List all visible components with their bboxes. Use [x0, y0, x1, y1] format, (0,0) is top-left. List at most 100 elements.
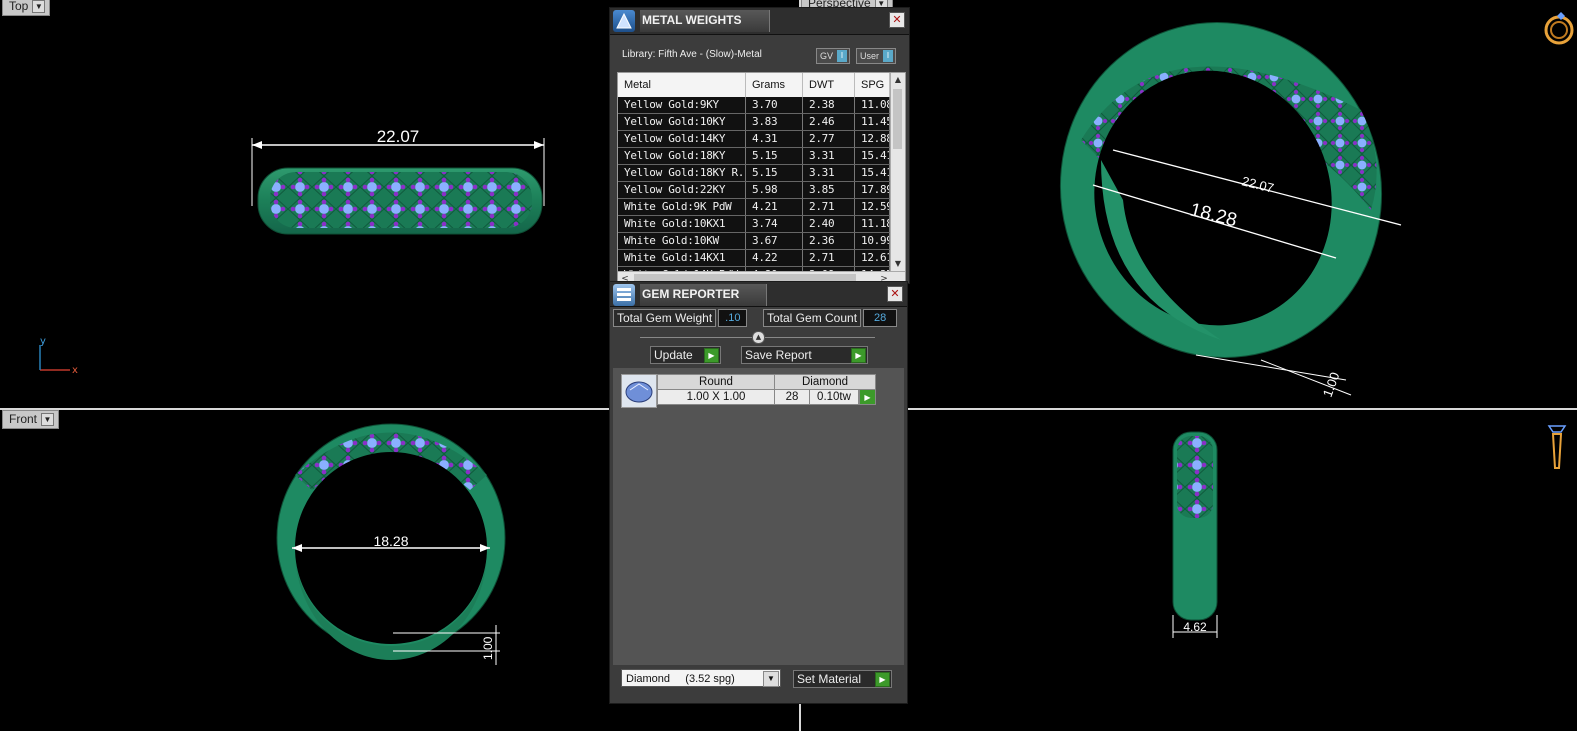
- gem-size: 1.00 X 1.00: [657, 389, 775, 405]
- scroll-down-icon[interactable]: ▼: [891, 257, 905, 271]
- cell-spg: 10.99: [855, 233, 890, 249]
- play-arrow-icon: ▶: [851, 348, 866, 363]
- update-button-label: Update: [654, 348, 693, 362]
- gem-nav-icon: [1547, 425, 1567, 469]
- total-gem-weight-value: .10: [718, 309, 748, 327]
- cell-grams: 4.31: [746, 131, 803, 147]
- cell-metal: Yellow Gold:9KY: [618, 97, 746, 113]
- cell-spg: 11.45: [855, 114, 890, 130]
- metal-weights-title: METAL WEIGHTS: [640, 10, 770, 32]
- scroll-up-icon[interactable]: ▲: [891, 73, 905, 87]
- user-toggle[interactable]: User I: [856, 48, 897, 64]
- cell-dwt: 3.31: [803, 148, 855, 164]
- user-toggle-label: User: [860, 51, 880, 61]
- cell-spg: 12.59: [855, 199, 890, 215]
- table-row[interactable]: Yellow Gold:14KY 4.31 2.77 12.88: [618, 131, 890, 148]
- metal-weights-panel: METAL WEIGHTS ✕ Library: Fifth Ave - (Sl…: [609, 7, 910, 288]
- gem-list: Round Diamond 1.00 X 1.00 28 0.10tw ▶: [613, 368, 904, 665]
- table-body: Yellow Gold:9KY 3.70 2.38 11.08 Yellow Gold…: [618, 97, 890, 284]
- table-row[interactable]: Yellow Gold:10KY 3.83 2.46 11.45: [618, 114, 890, 131]
- perspective-dim-thickness: 1.00: [1320, 370, 1343, 399]
- gem-reporter-panel: GEM REPORTER ✕ Total Gem Weight .10 Tota…: [609, 281, 908, 704]
- gem-go-button[interactable]: ▶: [859, 389, 876, 405]
- cell-spg: 12.61: [855, 250, 890, 266]
- table-row[interactable]: White Gold:10KX1 3.74 2.40 11.18: [618, 216, 890, 233]
- close-icon[interactable]: ✕: [889, 12, 905, 28]
- play-arrow-icon: ▶: [704, 348, 719, 363]
- cell-metal: White Gold:14KX1: [618, 250, 746, 266]
- table-row[interactable]: White Gold:10KW 3.67 2.36 10.99: [618, 233, 890, 250]
- chevron-down-icon[interactable]: ▼: [763, 671, 779, 687]
- right-dim-width: 4.62: [1183, 620, 1207, 634]
- cell-dwt: 2.40: [803, 216, 855, 232]
- save-report-button[interactable]: Save Report ▶: [741, 346, 868, 364]
- column-header-metal[interactable]: Metal: [618, 73, 746, 97]
- round-gem-icon: [621, 374, 657, 408]
- cell-spg: 11.18: [855, 216, 890, 232]
- cell-grams: 4.21: [746, 199, 803, 215]
- front-dim-inner: 18.28: [373, 533, 408, 549]
- axis-y-label: y: [40, 336, 46, 347]
- cell-metal: White Gold:9K PdW: [618, 199, 746, 215]
- table-row[interactable]: Yellow Gold:18KY 5.15 3.31 15.41: [618, 148, 890, 165]
- column-header-spg[interactable]: SPG: [855, 73, 890, 97]
- close-icon[interactable]: ✕: [887, 286, 903, 302]
- cell-dwt: 2.38: [803, 97, 855, 113]
- total-gem-weight: Total Gem Weight .10: [613, 309, 748, 327]
- set-material-button[interactable]: Set Material ▶: [793, 670, 892, 688]
- table-row[interactable]: Yellow Gold:9KY 3.70 2.38 11.08: [618, 97, 890, 114]
- total-gem-weight-label: Total Gem Weight: [613, 309, 717, 327]
- cell-dwt: 3.85: [803, 182, 855, 198]
- material-select[interactable]: Diamond (3.52 spg) ▼: [621, 669, 781, 687]
- cell-dwt: 2.46: [803, 114, 855, 130]
- gem-row[interactable]: Round Diamond 1.00 X 1.00 28 0.10tw ▶: [657, 374, 876, 406]
- table-row[interactable]: Yellow Gold:22KY 5.98 3.85 17.89: [618, 182, 890, 199]
- total-gem-count-label: Total Gem Count: [763, 309, 862, 327]
- cell-dwt: 2.71: [803, 250, 855, 266]
- collapse-icon[interactable]: ▲: [752, 331, 765, 344]
- ring-nav-icon: [1544, 12, 1574, 45]
- gem-reporter-icon: [613, 284, 635, 306]
- right-viewport[interactable]: 4.62: [801, 410, 1577, 731]
- scroll-thumb[interactable]: [893, 89, 902, 149]
- table-header: Metal Grams DWT SPG: [618, 73, 890, 97]
- right-drawing: 4.62: [1172, 425, 1567, 638]
- cell-metal: Yellow Gold:10KY: [618, 114, 746, 130]
- cell-grams: 5.98: [746, 182, 803, 198]
- gem-weight: 0.10tw: [809, 389, 859, 405]
- table-row[interactable]: White Gold:9K PdW 4.21 2.71 12.59: [618, 199, 890, 216]
- gem-type: Diamond: [774, 374, 876, 390]
- cell-spg: 17.89: [855, 182, 890, 198]
- cell-spg: 11.08: [855, 97, 890, 113]
- table-row[interactable]: White Gold:14KX1 4.22 2.71 12.61: [618, 250, 890, 267]
- cell-metal: Yellow Gold:18KY: [618, 148, 746, 164]
- gem-reporter-header[interactable]: GEM REPORTER ✕: [610, 282, 907, 307]
- axis-x-label: x: [72, 365, 78, 376]
- column-header-grams[interactable]: Grams: [746, 73, 803, 97]
- table-row[interactable]: Yellow Gold:18KY R... 5.15 3.31 15.41: [618, 165, 890, 182]
- metal-weights-icon: [613, 10, 635, 32]
- cell-grams: 3.67: [746, 233, 803, 249]
- metal-weights-header[interactable]: METAL WEIGHTS ✕: [610, 8, 909, 35]
- cell-metal: Yellow Gold:18KY R...: [618, 165, 746, 181]
- toggle-knob-icon: I: [883, 50, 894, 62]
- cell-dwt: 2.77: [803, 131, 855, 147]
- cell-metal: Yellow Gold:14KY: [618, 131, 746, 147]
- metal-weights-table: Metal Grams DWT SPG Yellow Gold:9KY 3.70 2…: [617, 72, 906, 288]
- column-header-dwt[interactable]: DWT: [803, 73, 855, 97]
- cell-grams: 4.22: [746, 250, 803, 266]
- perspective-viewport[interactable]: Perspective ▼ 22.07 18.28 1.00: [801, 0, 1577, 408]
- gv-toggle-label: GV: [820, 51, 834, 61]
- vertical-scrollbar[interactable]: ▲ ▼: [890, 73, 905, 271]
- cell-dwt: 2.36: [803, 233, 855, 249]
- gv-toggle[interactable]: GV I: [816, 48, 851, 64]
- material-select-value: Diamond (3.52 spg): [626, 673, 735, 685]
- total-gem-count: Total Gem Count 28: [763, 309, 898, 327]
- top-dim-width: 22.07: [377, 127, 420, 146]
- cell-dwt: 3.31: [803, 165, 855, 181]
- cell-spg: 15.41: [855, 148, 890, 164]
- cell-grams: 5.15: [746, 148, 803, 164]
- total-gem-count-value: 28: [863, 309, 898, 327]
- gem-reporter-title: GEM REPORTER: [640, 284, 767, 306]
- update-button[interactable]: Update ▶: [650, 346, 721, 364]
